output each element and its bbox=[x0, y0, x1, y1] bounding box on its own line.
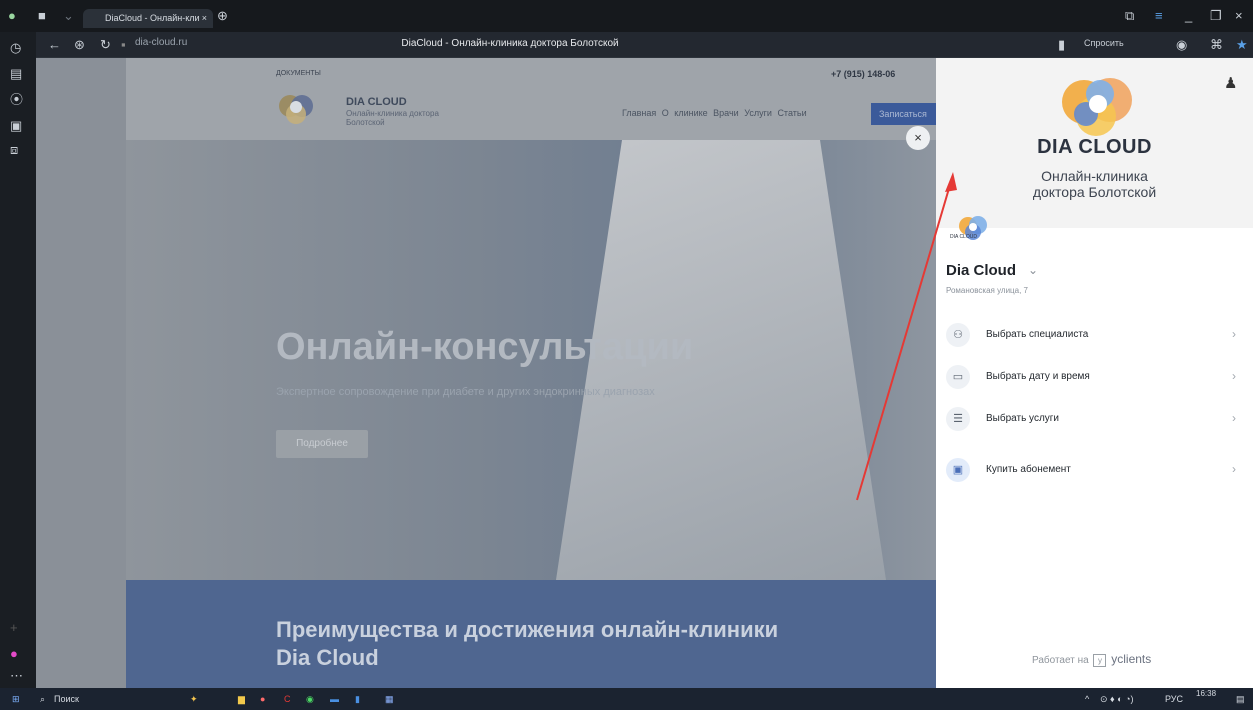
widget-close-button[interactable]: × bbox=[906, 126, 930, 150]
powered-by[interactable]: Работает на y yclients bbox=[1032, 652, 1151, 667]
signup-button[interactable]: Записаться bbox=[871, 103, 936, 125]
widget-brand: DIA CLOUD bbox=[1037, 136, 1152, 158]
sidebar-toggle-icon[interactable]: ■ bbox=[38, 8, 46, 24]
chevron-right-icon: › bbox=[1232, 369, 1236, 383]
browser-logo-icon[interactable]: ● bbox=[8, 8, 16, 24]
more-button[interactable]: Подробнее bbox=[276, 430, 368, 458]
tab-close-icon[interactable]: × bbox=[202, 9, 207, 28]
history-icon[interactable]: ◷ bbox=[10, 40, 21, 56]
language-indicator[interactable]: РУС bbox=[1165, 688, 1183, 710]
taskbar: ⊞ ⌕ Поиск ✦ ▆ ● C ◉ ▬ ▮ ▦ ^ ⊙ ♦ ◐ ◔) РУС… bbox=[0, 688, 1253, 710]
widget-subtitle-line1: Онлайн-клиника bbox=[1041, 168, 1148, 184]
people-icon: ⚇ bbox=[946, 323, 970, 347]
chevron-down-icon[interactable]: ⌄ bbox=[1028, 263, 1038, 277]
page-title: DiaCloud - Онлайн-клиника доктора Болотс… bbox=[401, 38, 619, 49]
menu-item-label: Выбрать специалиста bbox=[986, 329, 1089, 340]
list-icon: ☰ bbox=[946, 407, 970, 431]
ask-button[interactable]: Спросить bbox=[1084, 38, 1124, 48]
user-icon[interactable]: ♟ bbox=[1224, 74, 1237, 92]
screen: ● ■ ⌄ DiaCloud - Онлайн-кли × ⊕ ⧉ ≡ _ ❐ … bbox=[0, 0, 1253, 710]
app-c-icon[interactable]: C bbox=[284, 688, 291, 710]
hero-title: Онлайн-консультации bbox=[276, 326, 694, 368]
app-gallery-icon[interactable]: ▦ bbox=[385, 688, 394, 710]
search-icon[interactable]: ⌕ bbox=[40, 688, 45, 710]
more-icon[interactable]: ⋯ bbox=[10, 668, 23, 684]
booking-widget: DIA CLOUD Онлайн-клиника доктора Болотск… bbox=[936, 58, 1253, 688]
app-window-icon[interactable]: ▬ bbox=[330, 688, 339, 710]
menu-item-label: Купить абонемент bbox=[986, 464, 1071, 475]
widget-subtitle-line2: доктора Болотской bbox=[1032, 184, 1157, 200]
tray-chevron-icon[interactable]: ^ bbox=[1085, 688, 1089, 710]
close-window-icon[interactable]: × bbox=[1235, 8, 1243, 24]
browser-sidebar: ◷ ▤ ⦿ ▣ ⧈ + ● ⋯ bbox=[0, 32, 36, 688]
small-logo-text: DIA CLOUD bbox=[950, 234, 977, 240]
media-icon[interactable]: ⦿ bbox=[10, 92, 23, 108]
download-icon[interactable]: ▣ bbox=[10, 118, 22, 134]
calendar-icon: ▭ bbox=[946, 365, 970, 389]
copilot-icon[interactable]: ✦ bbox=[190, 688, 198, 710]
whatsapp-icon[interactable]: ◉ bbox=[306, 688, 314, 710]
site-logo-icon[interactable] bbox=[276, 88, 316, 128]
add-panel-icon[interactable]: + bbox=[10, 620, 18, 636]
documents-link[interactable]: ДОКУМЕНТЫ bbox=[276, 70, 321, 77]
reader-icon[interactable]: ⌘ bbox=[1210, 37, 1223, 53]
yclients-brand: yclients bbox=[1111, 652, 1152, 666]
chevron-right-icon: › bbox=[1232, 462, 1236, 476]
restore-icon[interactable]: ❐ bbox=[1210, 8, 1222, 24]
menu-item-subscription[interactable]: ▣ Купить абонемент › bbox=[936, 452, 1253, 490]
menu-item-datetime[interactable]: ▭ Выбрать дату и время › bbox=[936, 359, 1253, 397]
notes-icon[interactable]: ▤ bbox=[10, 66, 22, 82]
widget-header: DIA CLOUD Онлайн-клиника доктора Болотск… bbox=[936, 58, 1253, 228]
location-address: Романовская улица, 7 bbox=[946, 286, 1028, 295]
hero-subtitle: Экспертное сопровождение при диабете и д… bbox=[276, 386, 655, 398]
star-icon[interactable]: ★ bbox=[1236, 37, 1248, 53]
yclients-logo-icon: y bbox=[1093, 654, 1107, 667]
windows-start-icon[interactable]: ⊞ bbox=[12, 688, 20, 710]
menu-item-services[interactable]: ☰ Выбрать услуги › bbox=[936, 401, 1253, 439]
minimize-icon[interactable]: _ bbox=[1185, 8, 1192, 24]
advantages-title: Преимущества и достижения онлайн-клиники… bbox=[276, 617, 779, 670]
chevron-right-icon: › bbox=[1232, 327, 1236, 341]
nav-about[interactable]: О клинике bbox=[662, 108, 708, 118]
clock[interactable]: 16:38 bbox=[1196, 688, 1216, 700]
chevron-right-icon: › bbox=[1232, 411, 1236, 425]
webpage-viewport: ДОКУМЕНТЫ +7 (915) 148-06 DIA CLOUD Онла… bbox=[36, 58, 936, 688]
nav-services[interactable]: Услуги bbox=[744, 108, 772, 118]
browser-tab[interactable]: DiaCloud - Онлайн-кли × bbox=[83, 9, 213, 28]
site-brand: DIA CLOUD bbox=[346, 96, 407, 108]
site-brand-sub: Онлайн-клиника доктора Болотской bbox=[346, 109, 439, 127]
menu-item-label: Выбрать дату и время bbox=[986, 371, 1090, 382]
tab-list-icon[interactable]: ⌄ bbox=[63, 8, 74, 24]
location-name[interactable]: Dia Cloud bbox=[946, 262, 1016, 279]
widget-subtitle: Онлайн-клиника доктора Болотской bbox=[936, 168, 1253, 200]
notification-icon[interactable]: ▤ bbox=[1236, 688, 1245, 710]
extensions-icon[interactable]: ≡ bbox=[1155, 8, 1163, 24]
bookmark-panel-icon[interactable]: ⧉ bbox=[1125, 8, 1134, 24]
powered-by-text: Работает на bbox=[1032, 655, 1089, 666]
browser-tab-bar: ● ■ ⌄ DiaCloud - Онлайн-кли × ⊕ ⧉ ≡ _ ❐ … bbox=[0, 0, 1253, 32]
site-content: ДОКУМЕНТЫ +7 (915) 148-06 DIA CLOUD Онла… bbox=[126, 58, 936, 688]
menu-item-specialist[interactable]: ⚇ Выбрать специалиста › bbox=[936, 317, 1253, 355]
nav-home[interactable]: Главная bbox=[622, 108, 656, 118]
taskbar-search[interactable]: Поиск bbox=[54, 688, 79, 710]
phone-number[interactable]: +7 (915) 148-06 bbox=[831, 69, 895, 79]
site-nav: Главная О клинике Врачи Услуги Статьи bbox=[622, 108, 807, 118]
new-tab-icon[interactable]: ⊕ bbox=[217, 8, 228, 24]
tab-title: DiaCloud - Онлайн-кли bbox=[105, 13, 200, 23]
screenshot-icon[interactable]: ⧈ bbox=[10, 142, 18, 158]
yandex-icon[interactable]: ● bbox=[260, 688, 265, 710]
nav-articles[interactable]: Статьи bbox=[777, 108, 806, 118]
app-doc-icon[interactable]: ▮ bbox=[355, 688, 360, 710]
menu-item-label: Выбрать услуги bbox=[986, 413, 1060, 424]
site-header bbox=[126, 58, 936, 140]
subscription-icon: ▣ bbox=[946, 458, 970, 482]
assistant-icon[interactable]: ● bbox=[10, 646, 18, 662]
nav-doctors[interactable]: Врачи bbox=[713, 108, 739, 118]
profile-icon[interactable]: ◉ bbox=[1176, 37, 1187, 53]
explorer-icon[interactable]: ▆ bbox=[238, 688, 245, 710]
dia-cloud-logo-icon bbox=[1062, 78, 1132, 136]
bookmark-icon[interactable]: ▮ bbox=[1058, 37, 1065, 53]
tray-icons[interactable]: ⊙ ♦ ◐ ◔) bbox=[1100, 688, 1134, 710]
